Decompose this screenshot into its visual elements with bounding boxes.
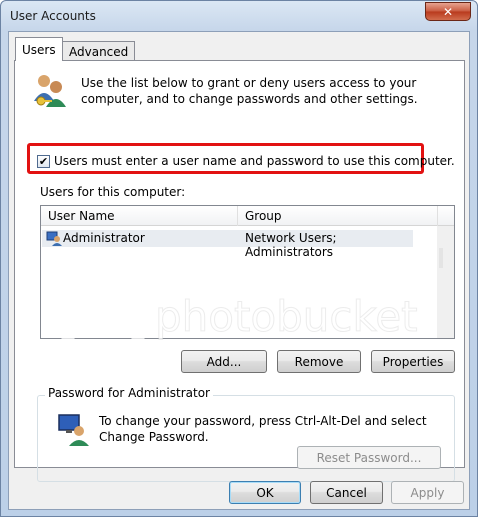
title-bar[interactable]: User Accounts ✕ [1, 1, 477, 31]
reset-password-button[interactable]: Reset Password... [297, 446, 441, 469]
user-name-cell: Administrator [63, 231, 145, 245]
close-icon: ✕ [442, 4, 454, 19]
close-button[interactable]: ✕ [425, 2, 471, 21]
checkmark-icon: ✔ [38, 155, 49, 168]
column-user-name[interactable]: User Name [48, 209, 115, 223]
tab-users-active-label: Users [22, 42, 56, 57]
computer-user-icon [58, 414, 89, 446]
properties-button-label: Properties [382, 354, 444, 369]
description-text: Use the list below to grant or deny user… [81, 76, 418, 106]
apply-button[interactable]: Apply [391, 481, 464, 504]
reset-password-label: Reset Password... [316, 450, 422, 465]
user-list-header: User Name Group [41, 206, 454, 226]
user-account-icon [46, 231, 62, 246]
window-title: User Accounts [10, 9, 96, 23]
add-button-label: Add... [206, 354, 242, 369]
cancel-button[interactable]: Cancel [310, 481, 383, 504]
properties-button[interactable]: Properties [371, 350, 455, 373]
users-icon [34, 75, 66, 107]
user-accounts-window: User Accounts ✕ Users Advanced Users Use [0, 0, 478, 517]
list-scrollbar[interactable] [437, 226, 454, 338]
tab-advanced[interactable]: Advanced [62, 41, 136, 62]
remove-button-label: Remove [294, 354, 344, 369]
users-list-label: Users for this computer: [40, 185, 186, 199]
dialog-client: Users Advanced Users Use the list below … [8, 31, 470, 510]
tab-advanced-label: Advanced [69, 45, 129, 59]
column-group[interactable]: Group [245, 209, 282, 223]
user-list[interactable]: User Name Group Administrator Network Us… [40, 205, 455, 339]
table-row[interactable]: Administrator Network Users; Administrat… [42, 230, 413, 259]
password-help-text: To change your password, press Ctrl-Alt-… [99, 414, 427, 444]
require-login-checkbox[interactable]: ✔ [37, 155, 50, 168]
user-group-cell: Network Users; Administrators [245, 231, 337, 259]
cancel-button-label: Cancel [326, 485, 367, 500]
require-login-label[interactable]: Users must enter a user name and passwor… [54, 154, 455, 168]
scrollbar-thumb[interactable] [439, 248, 443, 268]
column-separator[interactable] [437, 206, 438, 226]
users-tab-panel: Use the list below to grant or deny user… [14, 60, 465, 482]
remove-user-button[interactable]: Remove [277, 350, 361, 373]
password-group-title: Password for Administrator [45, 386, 213, 400]
apply-button-label: Apply [410, 485, 445, 500]
ok-button-label: OK [256, 485, 274, 500]
add-user-button[interactable]: Add... [181, 350, 267, 373]
tab-users-active[interactable]: Users [15, 37, 63, 61]
ok-button[interactable]: OK [229, 481, 301, 504]
column-separator[interactable] [237, 206, 238, 226]
